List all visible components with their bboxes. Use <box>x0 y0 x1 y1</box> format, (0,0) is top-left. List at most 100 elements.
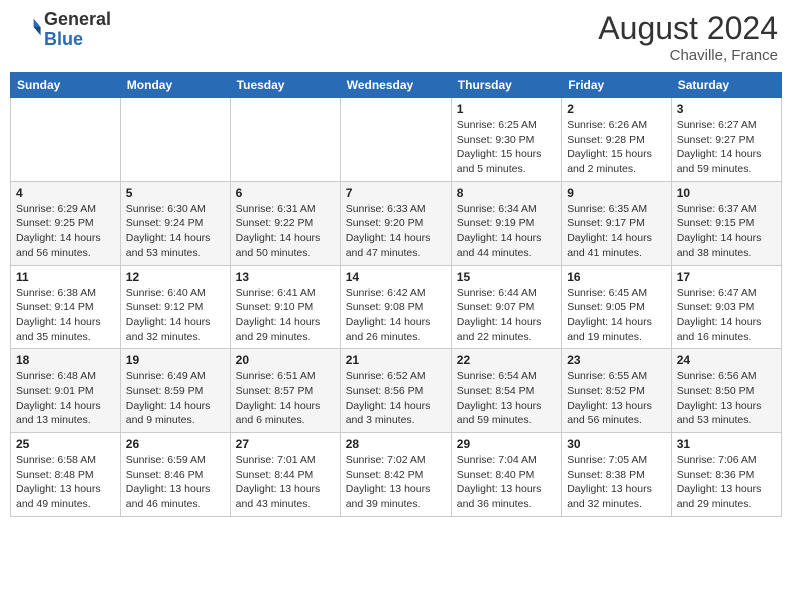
calendar-cell: 15 Sunrise: 6:44 AM Sunset: 9:07 PM Dayli… <box>451 265 561 349</box>
day-info: Sunrise: 6:45 AM Sunset: 9:05 PM Dayligh… <box>567 286 666 345</box>
weekday-header: Monday <box>120 73 230 98</box>
day-info: Sunrise: 6:38 AM Sunset: 9:14 PM Dayligh… <box>16 286 115 345</box>
day-info: Sunrise: 6:54 AM Sunset: 8:54 PM Dayligh… <box>457 369 556 428</box>
calendar-cell: 21 Sunrise: 6:52 AM Sunset: 8:56 PM Dayli… <box>340 349 451 433</box>
calendar-cell <box>120 98 230 182</box>
day-number: 20 <box>236 353 335 367</box>
day-number: 26 <box>126 437 225 451</box>
day-number: 10 <box>677 186 776 200</box>
logo-icon <box>14 13 42 41</box>
calendar-cell: 5 Sunrise: 6:30 AM Sunset: 9:24 PM Daylig… <box>120 181 230 265</box>
day-info: Sunrise: 6:59 AM Sunset: 8:46 PM Dayligh… <box>126 453 225 512</box>
day-number: 17 <box>677 270 776 284</box>
calendar-cell: 22Sunrise: 6:54 AM Sunset: 8:54 PM Dayli… <box>451 349 561 433</box>
day-number: 12 <box>126 270 225 284</box>
calendar-cell: 3Sunrise: 6:27 AM Sunset: 9:27 PM Daylig… <box>671 98 781 182</box>
calendar-week-row: 11 Sunrise: 6:38 AM Sunset: 9:14 PM Dayli… <box>11 265 782 349</box>
day-number: 6 <box>236 186 335 200</box>
calendar-cell: 8 Sunrise: 6:34 AM Sunset: 9:19 PM Daylig… <box>451 181 561 265</box>
day-number: 23 <box>567 353 666 367</box>
calendar-cell: 10 Sunrise: 6:37 AM Sunset: 9:15 PM Dayli… <box>671 181 781 265</box>
calendar-cell <box>11 98 121 182</box>
day-info: Sunrise: 6:49 AM Sunset: 8:59 PM Dayligh… <box>126 369 225 428</box>
day-number: 15 <box>457 270 556 284</box>
calendar-cell: 25Sunrise: 6:58 AM Sunset: 8:48 PM Dayli… <box>11 433 121 517</box>
day-info: Sunrise: 7:02 AM Sunset: 8:42 PM Dayligh… <box>346 453 446 512</box>
calendar: SundayMondayTuesdayWednesdayThursdayFrid… <box>10 72 782 517</box>
title-block: August 2024 Chaville, France <box>598 10 778 64</box>
day-number: 19 <box>126 353 225 367</box>
calendar-cell: 6 Sunrise: 6:31 AM Sunset: 9:22 PM Daylig… <box>230 181 340 265</box>
day-number: 18 <box>16 353 115 367</box>
calendar-cell: 16 Sunrise: 6:45 AM Sunset: 9:05 PM Dayli… <box>562 265 672 349</box>
weekday-header: Friday <box>562 73 672 98</box>
page-header: General Blue August 2024 Chaville, Franc… <box>10 10 782 64</box>
day-info: Sunrise: 6:56 AM Sunset: 8:50 PM Dayligh… <box>677 369 776 428</box>
month-year: August 2024 <box>598 10 778 47</box>
day-info: Sunrise: 6:58 AM Sunset: 8:48 PM Dayligh… <box>16 453 115 512</box>
day-number: 11 <box>16 270 115 284</box>
day-info: Sunrise: 6:31 AM Sunset: 9:22 PM Dayligh… <box>236 202 335 261</box>
calendar-cell: 14Sunrise: 6:42 AM Sunset: 9:08 PM Dayli… <box>340 265 451 349</box>
day-number: 8 <box>457 186 556 200</box>
day-info: Sunrise: 6:44 AM Sunset: 9:07 PM Dayligh… <box>457 286 556 345</box>
calendar-cell: 31Sunrise: 7:06 AM Sunset: 8:36 PM Dayli… <box>671 433 781 517</box>
calendar-cell: 4 Sunrise: 6:29 AM Sunset: 9:25 PM Daylig… <box>11 181 121 265</box>
day-number: 24 <box>677 353 776 367</box>
day-info: Sunrise: 6:51 AM Sunset: 8:57 PM Dayligh… <box>236 369 335 428</box>
calendar-cell: 7 Sunrise: 6:33 AM Sunset: 9:20 PM Daylig… <box>340 181 451 265</box>
day-info: Sunrise: 6:37 AM Sunset: 9:15 PM Dayligh… <box>677 202 776 261</box>
day-info: Sunrise: 6:26 AM Sunset: 9:28 PM Dayligh… <box>567 118 666 177</box>
weekday-header: Saturday <box>671 73 781 98</box>
calendar-cell: 11 Sunrise: 6:38 AM Sunset: 9:14 PM Dayli… <box>11 265 121 349</box>
day-info: Sunrise: 7:04 AM Sunset: 8:40 PM Dayligh… <box>457 453 556 512</box>
day-number: 3 <box>677 102 776 116</box>
day-info: Sunrise: 6:33 AM Sunset: 9:20 PM Dayligh… <box>346 202 446 261</box>
day-info: Sunrise: 6:35 AM Sunset: 9:17 PM Dayligh… <box>567 202 666 261</box>
logo: General Blue <box>14 10 111 50</box>
calendar-cell: 18 Sunrise: 6:48 AM Sunset: 9:01 PM Dayli… <box>11 349 121 433</box>
day-number: 4 <box>16 186 115 200</box>
day-number: 21 <box>346 353 446 367</box>
calendar-cell: 17 Sunrise: 6:47 AM Sunset: 9:03 PM Dayli… <box>671 265 781 349</box>
calendar-week-row: 4 Sunrise: 6:29 AM Sunset: 9:25 PM Daylig… <box>11 181 782 265</box>
location: Chaville, France <box>598 47 778 64</box>
day-info: Sunrise: 6:47 AM Sunset: 9:03 PM Dayligh… <box>677 286 776 345</box>
day-number: 7 <box>346 186 446 200</box>
weekday-header: Thursday <box>451 73 561 98</box>
day-number: 5 <box>126 186 225 200</box>
day-info: Sunrise: 6:30 AM Sunset: 9:24 PM Dayligh… <box>126 202 225 261</box>
calendar-cell: 26 Sunrise: 6:59 AM Sunset: 8:46 PM Dayli… <box>120 433 230 517</box>
day-info: Sunrise: 7:05 AM Sunset: 8:38 PM Dayligh… <box>567 453 666 512</box>
day-number: 16 <box>567 270 666 284</box>
day-info: Sunrise: 6:34 AM Sunset: 9:19 PM Dayligh… <box>457 202 556 261</box>
calendar-cell: 9 Sunrise: 6:35 AM Sunset: 9:17 PM Daylig… <box>562 181 672 265</box>
day-number: 13 <box>236 270 335 284</box>
calendar-cell: 2Sunrise: 6:26 AM Sunset: 9:28 PM Daylig… <box>562 98 672 182</box>
calendar-cell: 23 Sunrise: 6:55 AM Sunset: 8:52 PM Dayli… <box>562 349 672 433</box>
day-info: Sunrise: 6:25 AM Sunset: 9:30 PM Dayligh… <box>457 118 556 177</box>
weekday-header: Wednesday <box>340 73 451 98</box>
day-info: Sunrise: 6:29 AM Sunset: 9:25 PM Dayligh… <box>16 202 115 261</box>
calendar-header-row: SundayMondayTuesdayWednesdayThursdayFrid… <box>11 73 782 98</box>
calendar-cell <box>340 98 451 182</box>
day-info: Sunrise: 6:48 AM Sunset: 9:01 PM Dayligh… <box>16 369 115 428</box>
calendar-week-row: 18 Sunrise: 6:48 AM Sunset: 9:01 PM Dayli… <box>11 349 782 433</box>
day-number: 30 <box>567 437 666 451</box>
day-info: Sunrise: 7:01 AM Sunset: 8:44 PM Dayligh… <box>236 453 335 512</box>
calendar-cell: 28 Sunrise: 7:02 AM Sunset: 8:42 PM Dayli… <box>340 433 451 517</box>
day-info: Sunrise: 6:41 AM Sunset: 9:10 PM Dayligh… <box>236 286 335 345</box>
calendar-cell: 13 Sunrise: 6:41 AM Sunset: 9:10 PM Dayli… <box>230 265 340 349</box>
day-info: Sunrise: 6:40 AM Sunset: 9:12 PM Dayligh… <box>126 286 225 345</box>
day-info: Sunrise: 6:42 AM Sunset: 9:08 PM Dayligh… <box>346 286 446 345</box>
day-number: 27 <box>236 437 335 451</box>
day-number: 9 <box>567 186 666 200</box>
weekday-header: Sunday <box>11 73 121 98</box>
day-info: Sunrise: 6:55 AM Sunset: 8:52 PM Dayligh… <box>567 369 666 428</box>
day-number: 31 <box>677 437 776 451</box>
day-number: 28 <box>346 437 446 451</box>
calendar-cell <box>230 98 340 182</box>
logo-text: General Blue <box>44 10 111 50</box>
day-info: Sunrise: 6:52 AM Sunset: 8:56 PM Dayligh… <box>346 369 446 428</box>
calendar-cell: 27 Sunrise: 7:01 AM Sunset: 8:44 PM Dayli… <box>230 433 340 517</box>
